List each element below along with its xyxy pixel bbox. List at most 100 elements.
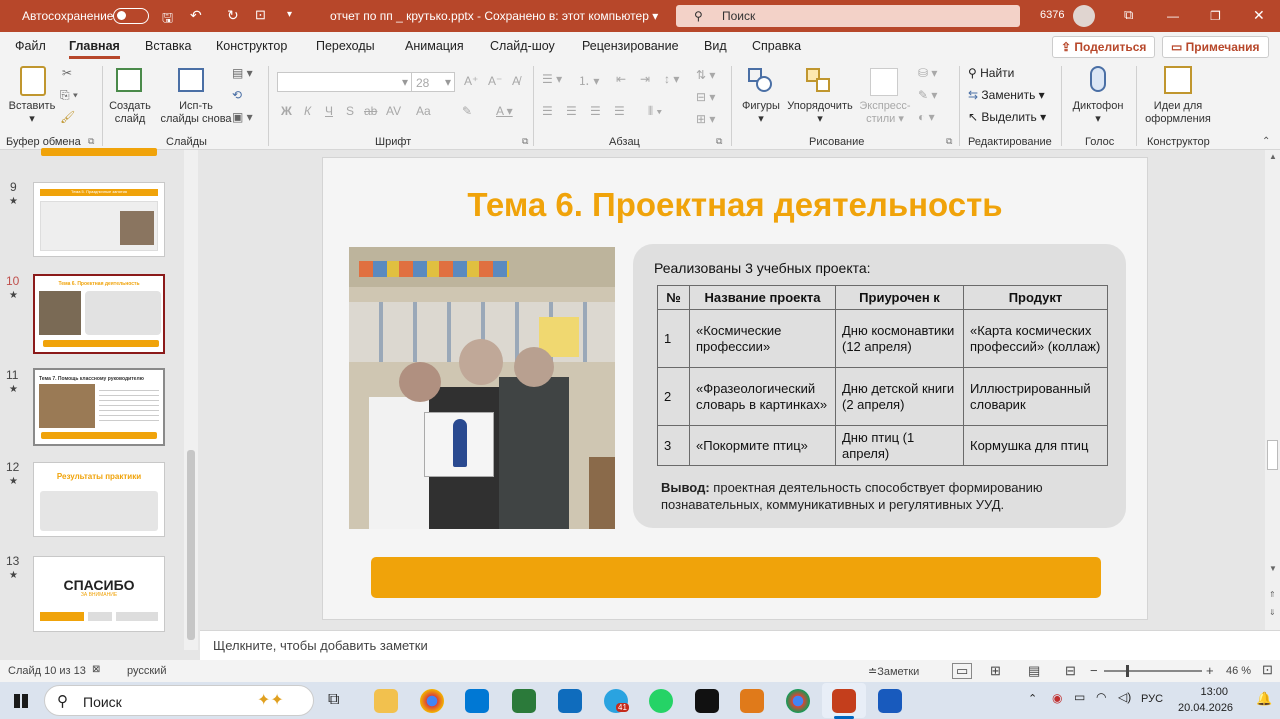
language-status[interactable]: русский <box>127 665 166 677</box>
effects-icon[interactable]: ◐ ▾ <box>918 110 935 124</box>
slide-thumbnail-13[interactable]: СПАСИБО ЗА ВНИМАНИЕ <box>33 556 165 632</box>
accessibility-icon[interactable]: ⊠ <box>92 664 100 675</box>
notes-toggle-button[interactable]: ≐Заметки <box>868 665 919 678</box>
arrange-button[interactable]: Упорядочить ▾ <box>784 100 856 126</box>
word-icon[interactable] <box>878 689 902 713</box>
tray-overflow-icon[interactable]: ⌃ <box>1028 692 1037 705</box>
autosave-toggle[interactable] <box>113 8 149 24</box>
drawing-launcher-icon[interactable]: ⧉ <box>946 136 952 147</box>
shadow-button[interactable]: S <box>346 104 354 118</box>
reuse-slides-icon[interactable] <box>178 68 204 92</box>
projects-table[interactable]: № Название проекта Приурочен к Продукт 1… <box>657 285 1108 466</box>
document-title[interactable]: отчет по пп _ крутько.pptx - Сохранено в… <box>330 9 658 23</box>
copy-icon[interactable]: ⎘ ▾ <box>60 88 78 103</box>
search-input[interactable]: Поиск <box>722 9 755 23</box>
text-direction-icon[interactable]: ⇅ ▾ <box>696 68 715 82</box>
replace-button[interactable]: ⇆ Заменить ▾ <box>968 88 1045 102</box>
avatar[interactable] <box>1073 5 1095 27</box>
paste-icon[interactable] <box>20 66 46 96</box>
increase-indent-icon[interactable]: ⇥ <box>640 72 650 86</box>
undo-icon[interactable]: ↶ <box>190 7 202 24</box>
chrome-profile-icon[interactable] <box>786 689 810 713</box>
grow-font-icon[interactable]: A⁺ <box>464 74 478 88</box>
justify-icon[interactable]: ☰ <box>614 104 625 118</box>
scroll-up-icon[interactable]: ▲ <box>1269 152 1277 161</box>
notification-icon[interactable]: 🔔 <box>1256 691 1272 707</box>
sorter-view-icon[interactable]: ⊞ <box>990 663 1001 679</box>
tab-review[interactable]: Рецензирование <box>582 39 679 53</box>
slide-canvas[interactable]: Тема 6. Проектная деятельность Реализова… <box>322 157 1148 620</box>
find-button[interactable]: ⚲ Найти <box>968 66 1014 80</box>
windows-start-icon[interactable] <box>14 694 28 708</box>
store-icon[interactable] <box>465 689 489 713</box>
save-icon[interactable]: 🖫 <box>162 9 173 31</box>
clock[interactable]: 13:00 20.04.2026 <box>1178 686 1233 714</box>
scroll-thumb[interactable] <box>1267 440 1278 470</box>
bold-button[interactable]: Ж <box>281 104 292 118</box>
tab-insert[interactable]: Вставка <box>145 39 191 53</box>
slide-thumbnail-11[interactable]: Тема 7. Помощь классному руководителю <box>33 368 165 446</box>
arrange-icon[interactable] <box>806 68 832 94</box>
section-icon[interactable]: ▣ ▾ <box>232 110 253 124</box>
new-slide-icon[interactable] <box>116 68 142 92</box>
present-icon[interactable]: ⊡ <box>255 7 266 23</box>
search-box[interactable]: ⚲ Поиск <box>676 5 1020 27</box>
input-language[interactable]: РУС <box>1141 693 1163 705</box>
quick-styles-button[interactable]: Экспресс-стили ▾ <box>856 100 914 126</box>
notes-placeholder[interactable]: Щелкните, чтобы добавить заметки <box>213 638 428 653</box>
sublime-icon[interactable] <box>740 689 764 713</box>
volume-icon[interactable]: ◁) <box>1118 690 1131 704</box>
tab-view[interactable]: Вид <box>704 39 727 53</box>
shapes-icon[interactable] <box>748 68 774 94</box>
slide-thumbnail-9[interactable]: Тема 5. Праздничные занятия <box>33 182 165 257</box>
slide-thumbnail-12[interactable]: Результаты практики <box>33 462 165 537</box>
clear-format-icon[interactable]: A̸ <box>512 74 520 88</box>
comments-button[interactable]: ▭ Примечания <box>1162 36 1269 58</box>
zoom-in-icon[interactable]: + <box>1206 663 1214 678</box>
dictate-button[interactable]: Диктофон ▾ <box>1068 100 1128 126</box>
tab-design[interactable]: Конструктор <box>216 39 287 53</box>
decrease-indent-icon[interactable]: ⇤ <box>616 72 626 86</box>
class-photo[interactable] <box>349 247 615 529</box>
normal-view-icon[interactable]: ▭ <box>952 663 973 679</box>
font-launcher-icon[interactable]: ⧉ <box>522 136 528 147</box>
align-text-icon[interactable]: ⊟ ▾ <box>696 90 715 104</box>
reading-view-icon[interactable]: ▤ <box>1028 663 1040 679</box>
highlight-icon[interactable]: ✎ <box>462 104 472 118</box>
battery-icon[interactable]: ▭ <box>1074 690 1085 704</box>
whatsapp-icon[interactable] <box>649 689 673 713</box>
select-button[interactable]: ↖ Выделить ▾ <box>968 110 1046 124</box>
chrome-icon[interactable] <box>420 689 444 713</box>
zoom-slider[interactable] <box>1104 665 1202 677</box>
numbering-icon[interactable]: ⒈ ▾ <box>578 72 599 89</box>
tab-help[interactable]: Справка <box>752 39 801 53</box>
line-spacing-icon[interactable]: ↕ ▾ <box>664 72 679 86</box>
tab-file[interactable]: Файл <box>15 39 46 53</box>
slide-thumbnail-10-selected[interactable]: Тема 6. Проектная деятельность <box>33 274 165 354</box>
microphone-icon[interactable] <box>1090 66 1106 92</box>
tab-slideshow[interactable]: Слайд-шоу <box>490 39 555 53</box>
app-dark-icon[interactable] <box>695 689 719 713</box>
paragraph-launcher-icon[interactable]: ⧉ <box>716 136 722 147</box>
bottom-accent-bar[interactable] <box>371 557 1101 598</box>
prev-slide-icon[interactable]: ⇑ <box>1269 590 1276 599</box>
bullets-icon[interactable]: ☰ ▾ <box>542 72 562 86</box>
wifi-icon[interactable]: ◠ <box>1096 690 1106 704</box>
next-slide-icon[interactable]: ⇓ <box>1269 608 1276 617</box>
font-size-combo[interactable]: 28 ▾ <box>411 72 455 92</box>
tab-home[interactable]: Главная <box>69 39 120 59</box>
conclusion-text[interactable]: Вывод: проектная деятельность способству… <box>661 479 1101 513</box>
file-explorer-icon[interactable] <box>374 689 398 713</box>
fit-slide-icon[interactable]: ⊡ <box>1262 662 1273 678</box>
format-painter-icon[interactable]: 🖌 <box>60 110 75 124</box>
underline-button[interactable]: Ч <box>325 104 333 118</box>
columns-icon[interactable]: ⫴ ▾ <box>648 104 662 119</box>
ribbon-display-icon[interactable]: ⧉ <box>1124 7 1133 23</box>
strikethrough-button[interactable]: ab <box>364 104 377 118</box>
fill-icon[interactable]: ⛁ ▾ <box>918 66 937 80</box>
new-slide-button[interactable]: Создать слайд <box>104 100 156 126</box>
zoom-level[interactable]: 46 % <box>1226 665 1251 677</box>
scroll-down-icon[interactable]: ▼ <box>1269 564 1277 573</box>
antivirus-icon[interactable]: ◉ <box>1052 691 1062 705</box>
spacing-button[interactable]: AV <box>386 104 401 118</box>
